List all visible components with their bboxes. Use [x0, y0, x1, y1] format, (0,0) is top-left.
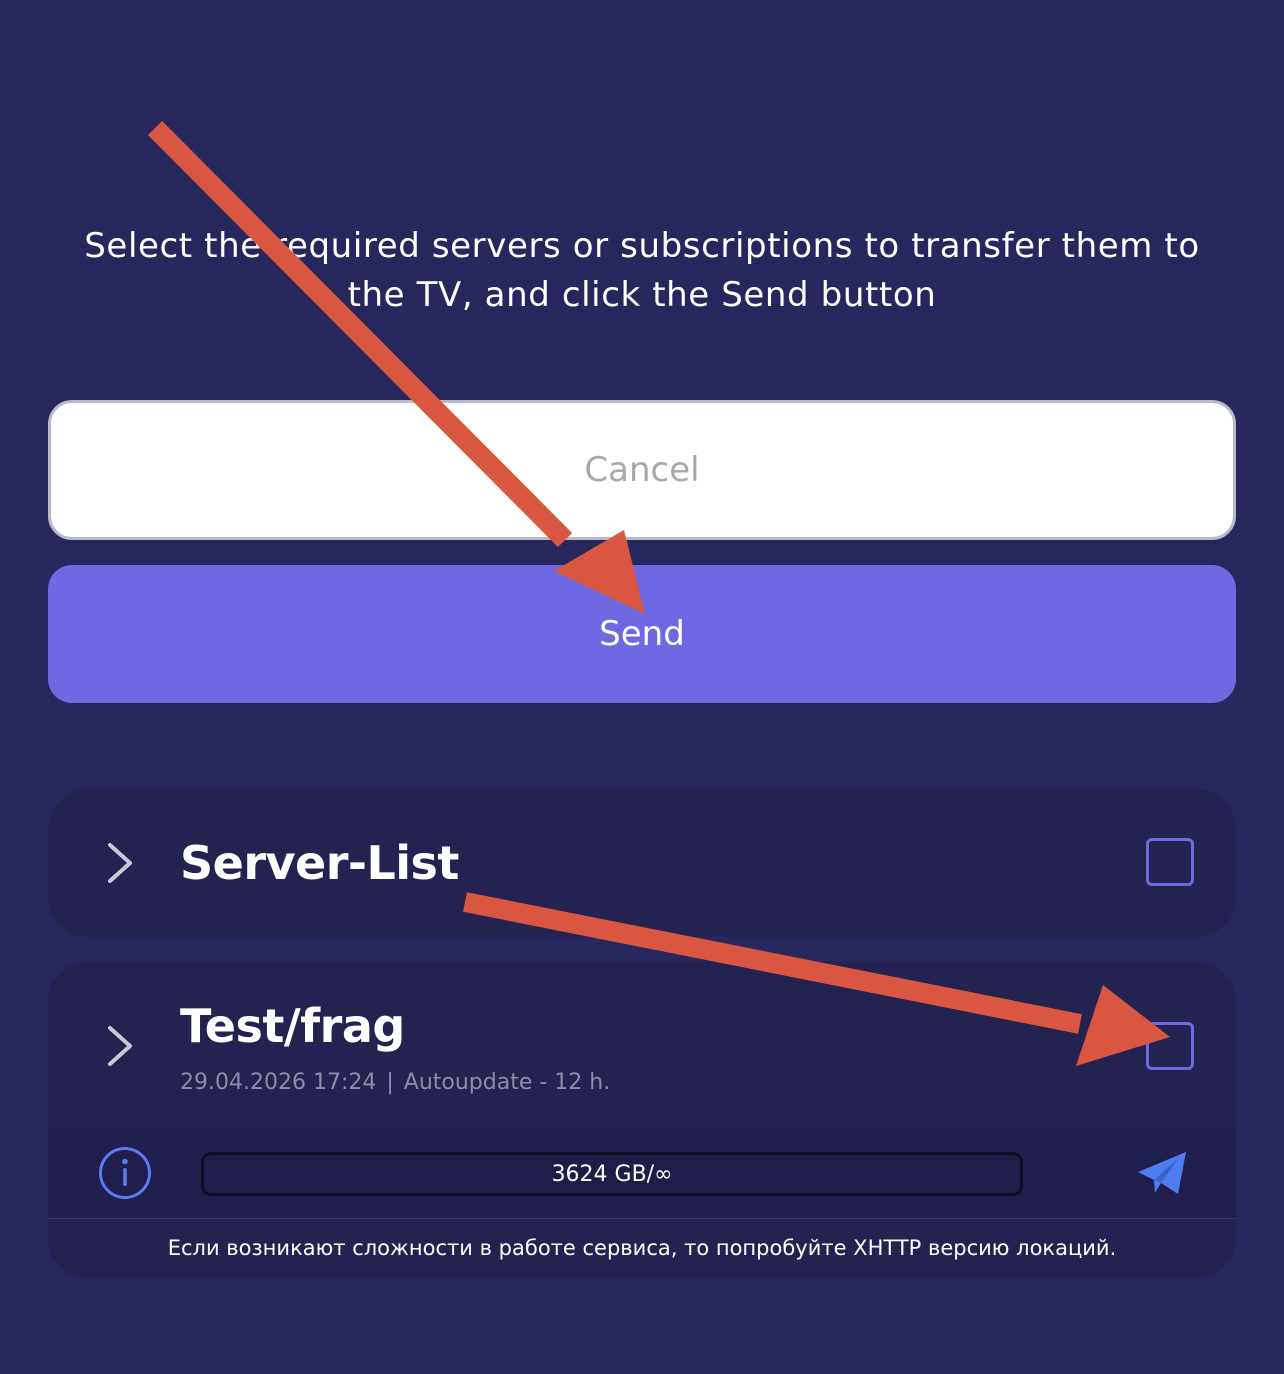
autoupdate-interval: Autoupdate - 12 h.	[403, 1070, 611, 1095]
chevron-right-icon[interactable]	[100, 839, 140, 887]
traffic-bar: 3624 GB/∞	[48, 1128, 1236, 1219]
service-notice: Если возникают сложности в работе сервис…	[167, 1236, 1117, 1260]
send-button[interactable]: Send	[48, 565, 1236, 703]
meta-separator: |	[386, 1070, 394, 1095]
subscription-title: Test/frag	[180, 999, 405, 1053]
chevron-right-icon[interactable]	[100, 1022, 140, 1070]
last-updated: 29.04.2026 17:24	[180, 1070, 377, 1095]
info-icon[interactable]	[98, 1146, 152, 1200]
subscription-meta: 29.04.2026 17:24 | Autoupdate - 12 h.	[180, 1068, 610, 1098]
annotation-arrow-to-send	[147, 120, 645, 614]
subscription-title: Server-List	[180, 836, 459, 890]
cancel-button[interactable]: Cancel	[48, 400, 1236, 540]
subscription-card-test-frag[interactable]: Test/frag 29.04.2026 17:24 | Autoupdate - …	[48, 962, 1236, 1278]
select-checkbox[interactable]	[1146, 838, 1194, 886]
traffic-usage-label: 3624 GB/∞	[551, 1161, 673, 1187]
subscription-card-server-list[interactable]: Server-List	[48, 789, 1236, 937]
instruction-text: Select the required servers or subscript…	[84, 226, 1200, 315]
telegram-icon[interactable]	[1134, 1146, 1190, 1202]
traffic-usage-bar: 3624 GB/∞	[201, 1152, 1023, 1196]
select-checkbox[interactable]	[1146, 1022, 1194, 1070]
